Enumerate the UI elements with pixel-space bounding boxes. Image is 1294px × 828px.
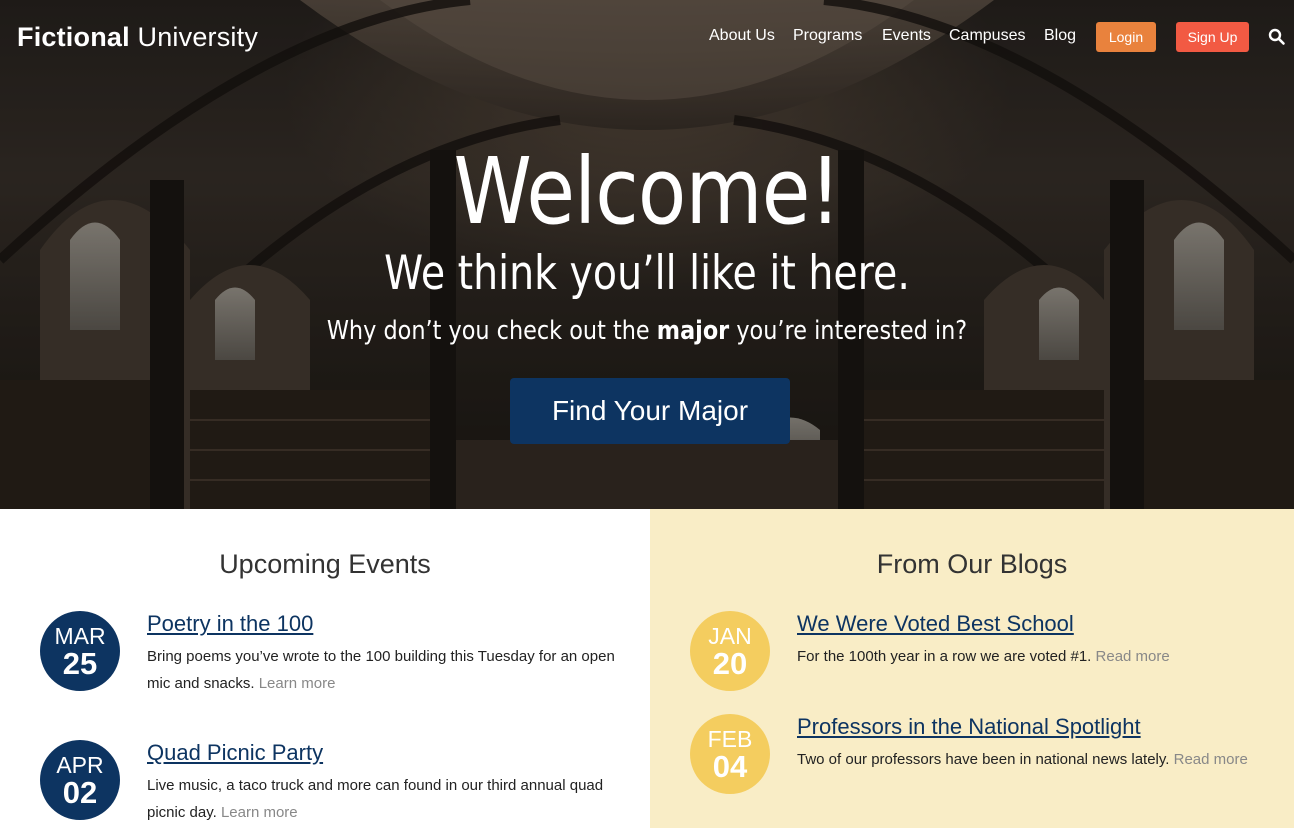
- logo-light: University: [129, 22, 259, 52]
- site-logo[interactable]: Fictional University: [17, 22, 258, 53]
- learn-more-link[interactable]: Learn more: [221, 804, 298, 821]
- nav-programs[interactable]: Programs: [793, 27, 862, 45]
- blog-date-badge[interactable]: JAN 20: [690, 611, 770, 691]
- nav-blog[interactable]: Blog: [1044, 27, 1076, 45]
- blog-item: JAN 20 We Were Voted Best School For the…: [690, 611, 1270, 701]
- logo-bold: Fictional: [17, 22, 130, 52]
- blog-month: JAN: [708, 623, 752, 649]
- from-our-blogs-section: From Our Blogs JAN 20 We Were Voted Best…: [650, 509, 1294, 828]
- event-date-badge[interactable]: MAR 25: [40, 611, 120, 691]
- event-title-link[interactable]: Poetry in the 100: [147, 611, 313, 637]
- hero: Fictional University About Us Programs E…: [0, 0, 1294, 509]
- nav-events[interactable]: Events: [882, 27, 931, 45]
- event-description: Bring poems you’ve wrote to the 100 buil…: [147, 643, 617, 697]
- nav-campuses[interactable]: Campuses: [949, 27, 1025, 45]
- event-day: 25: [62, 646, 98, 681]
- blog-month: FEB: [707, 726, 753, 752]
- event-day: 02: [62, 775, 98, 810]
- hero-prompt-before: Why don’t you check out the: [326, 316, 657, 346]
- event-item: MAR 25 Poetry in the 100 Bring poems you…: [40, 611, 620, 721]
- blog-desc-text: Two of our professors have been in natio…: [797, 751, 1170, 768]
- blog-title-link[interactable]: We Were Voted Best School: [797, 611, 1074, 637]
- event-item: APR 02 Quad Picnic Party Live music, a t…: [40, 740, 620, 828]
- learn-more-link[interactable]: Learn more: [259, 675, 336, 692]
- blog-desc-text: For the 100th year in a row we are voted…: [797, 648, 1092, 665]
- blog-title-link[interactable]: Professors in the National Spotlight: [797, 714, 1141, 740]
- hero-prompt-after: you’re interested in?: [729, 316, 968, 346]
- event-desc-text: Live music, a taco truck and more can fo…: [147, 777, 604, 821]
- find-your-major-button[interactable]: Find Your Major: [510, 378, 790, 444]
- event-title-link[interactable]: Quad Picnic Party: [147, 740, 323, 766]
- read-more-link[interactable]: Read more: [1096, 648, 1170, 665]
- blog-description: Two of our professors have been in natio…: [797, 746, 1267, 773]
- hero-prompt-bold: major: [656, 316, 730, 346]
- event-desc-text: Bring poems you’ve wrote to the 100 buil…: [147, 648, 615, 692]
- hero-prompt: Why don’t you check out the major you’re…: [91, 316, 1204, 346]
- event-date-badge[interactable]: APR 02: [40, 740, 120, 820]
- blog-day: 04: [712, 749, 748, 784]
- blog-description: For the 100th year in a row we are voted…: [797, 643, 1267, 670]
- upcoming-events-section: Upcoming Events MAR 25 Poetry in the 100…: [0, 509, 650, 828]
- blog-item: FEB 04 Professors in the National Spotli…: [690, 714, 1270, 824]
- blogs-title: From Our Blogs: [876, 549, 1068, 579]
- hero-headline: Welcome!: [453, 138, 842, 245]
- site-header: Fictional University About Us Programs E…: [0, 0, 1294, 74]
- blog-date-badge[interactable]: FEB 04: [690, 714, 770, 794]
- events-title: Upcoming Events: [219, 549, 431, 579]
- event-description: Live music, a taco truck and more can fo…: [147, 772, 617, 826]
- nav-about-us[interactable]: About Us: [709, 27, 775, 45]
- event-month: APR: [56, 752, 104, 778]
- login-button[interactable]: Login: [1096, 22, 1156, 52]
- signup-button[interactable]: Sign Up: [1176, 22, 1249, 52]
- event-month: MAR: [54, 623, 106, 649]
- blog-day: 20: [712, 646, 748, 681]
- read-more-link[interactable]: Read more: [1174, 751, 1248, 768]
- hero-subheadline: We think you’ll like it here.: [384, 246, 910, 301]
- search-icon[interactable]: [1268, 28, 1286, 46]
